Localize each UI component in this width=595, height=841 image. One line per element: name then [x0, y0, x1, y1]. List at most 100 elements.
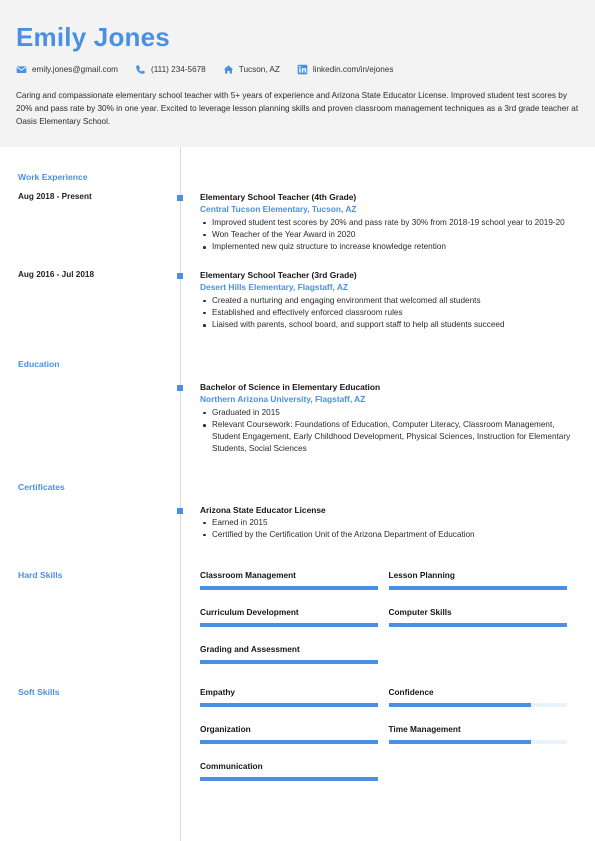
skill-label: Organization [200, 723, 251, 734]
hard-skills-label-col: Hard Skills [0, 569, 180, 680]
contact-linkedin-text: linkedin.com/in/ejones [312, 65, 394, 74]
list-item: Graduated in 2015 [200, 407, 577, 419]
education-label-col: Education [0, 358, 180, 370]
contact-phone-text: (111) 234-5678 [150, 65, 206, 74]
section-education: Education [0, 331, 595, 370]
linkedin-icon [297, 64, 308, 75]
work-entry-2-content: Elementary School Teacher (3rd Grade) De… [177, 269, 577, 331]
skill-bar-fill [388, 739, 531, 744]
skill-bar-track [200, 702, 378, 707]
hard-skills-grid: Classroom Management Lesson Planning Cur… [200, 569, 577, 680]
certificate-entry-1-title: Arizona State Educator License [200, 504, 326, 515]
contact-email[interactable]: emily.jones@gmail.com [16, 64, 118, 75]
skill-bar-track [388, 622, 567, 627]
section-title-certificates: Certificates [18, 481, 65, 492]
skill-item: Computer Skills [388, 606, 578, 627]
skill-bar-track [200, 622, 378, 627]
contact-email-text: emily.jones@gmail.com [32, 65, 118, 74]
resume-body: Work Experience Aug 2018 - Present Eleme… [0, 147, 595, 841]
list-item: Won Teacher of the Year Award in 2020 [200, 229, 577, 241]
skill-bar-track [200, 739, 378, 744]
skill-label: Computer Skills [388, 606, 452, 617]
skill-bar-fill [388, 585, 567, 590]
skill-item: Organization [200, 723, 389, 744]
entry-marker-square [177, 385, 183, 392]
skill-bar-track [388, 702, 567, 707]
skill-label: Confidence [388, 686, 434, 697]
work-entry-2: Aug 2016 - Jul 2018 Elementary School Te… [0, 253, 595, 331]
certificate-entry-1-bullets: Earned in 2015 Certified by the Certific… [200, 517, 577, 541]
skill-bar-fill [200, 702, 378, 707]
phone-icon [135, 64, 146, 75]
home-icon [223, 64, 234, 75]
list-item: Certified by the Certification Unit of t… [200, 529, 577, 541]
work-entry-1: Aug 2018 - Present Elementary School Tea… [0, 183, 595, 253]
skill-bar-track [200, 776, 378, 781]
contact-phone[interactable]: (111) 234-5678 [135, 64, 206, 75]
list-item: Earned in 2015 [200, 517, 577, 529]
skill-item: Classroom Management [200, 569, 389, 590]
list-item: Relevant Coursework: Foundations of Educ… [200, 419, 577, 456]
education-entry-1-subtitle: Northern Arizona University, Flagstaff, … [200, 394, 366, 405]
section-title-soft-skills: Soft Skills [18, 686, 60, 697]
entry-marker-square [177, 273, 183, 280]
skill-label: Curriculum Development [200, 606, 299, 617]
education-entry-1-title: Bachelor of Science in Elementary Educat… [200, 382, 381, 393]
skill-bar-track [388, 739, 567, 744]
list-item: Implemented new quiz structure to increa… [200, 241, 577, 253]
skill-item: Grading and Assessment [200, 643, 389, 664]
contact-linkedin[interactable]: linkedin.com/in/ejones [297, 64, 394, 75]
list-item: Improved student test scores by 20% and … [200, 217, 577, 229]
section-title-hard-skills: Hard Skills [18, 569, 63, 580]
entry-marker-square [177, 507, 183, 514]
skill-bar-fill [200, 622, 378, 627]
skill-bar-fill [388, 622, 567, 627]
skill-item: Communication [200, 760, 389, 781]
certificate-entry-1: Arizona State Educator License Earned in… [0, 493, 595, 541]
skill-bar-track [200, 659, 378, 664]
skill-label: Grading and Assessment [200, 643, 300, 654]
skill-bar-fill [200, 659, 378, 664]
contact-location-text: Tucson, AZ [238, 65, 280, 74]
work-entry-1-subtitle: Central Tucson Elementary, Tucson, AZ [200, 204, 357, 214]
soft-skills-label-col: Soft Skills [0, 686, 180, 797]
skill-item: Confidence [388, 686, 578, 707]
work-entry-2-dates: Aug 2016 - Jul 2018 [18, 270, 94, 280]
education-entry-1: Bachelor of Science in Elementary Educat… [0, 370, 595, 455]
skill-item: Time Management [388, 723, 578, 744]
work-entry-1-title: Elementary School Teacher (4th Grade) [200, 192, 357, 202]
skill-bar-fill [200, 776, 378, 781]
list-item: Created a nurturing and engaging environ… [200, 295, 577, 307]
work-entry-1-dates: Aug 2018 - Present [18, 192, 92, 201]
section-soft-skills: Soft Skills Empathy Confidence Organizat… [0, 680, 595, 797]
section-title-education: Education [18, 359, 60, 370]
contact-location[interactable]: Tucson, AZ [223, 64, 280, 75]
section-title-work-experience: Work Experience [18, 172, 88, 182]
section-certificates: Certificates [0, 456, 595, 493]
skill-label: Communication [200, 760, 263, 771]
education-entry-1-content: Bachelor of Science in Elementary Educat… [177, 381, 577, 456]
resume-page: Emily Jones emily.jones@gmail.com (111) … [0, 0, 595, 841]
contact-row: emily.jones@gmail.com (111) 234-5678 Tuc… [16, 64, 579, 75]
skill-bar-fill [388, 702, 531, 707]
email-icon [16, 64, 27, 75]
skill-label: Classroom Management [200, 569, 296, 580]
work-experience-label-col: Work Experience [0, 171, 180, 183]
education-entry-1-bullets: Graduated in 2015 Relevant Coursework: F… [200, 407, 577, 456]
skill-label: Time Management [388, 723, 461, 734]
skill-bar-fill [200, 585, 378, 590]
certificate-entry-1-content: Arizona State Educator License Earned in… [177, 504, 577, 541]
entry-marker-square [177, 195, 183, 201]
skill-bar-fill [200, 739, 378, 744]
candidate-name: Emily Jones [16, 22, 170, 52]
section-work-experience: Work Experience [0, 147, 595, 183]
skill-label: Lesson Planning [388, 569, 455, 580]
skill-bar-track [200, 585, 378, 590]
work-entry-2-subtitle: Desert Hills Elementary, Flagstaff, AZ [200, 282, 349, 293]
professional-summary: Caring and compassionate elementary scho… [16, 91, 579, 127]
work-entry-2-title: Elementary School Teacher (3rd Grade) [200, 270, 357, 281]
skill-item: Curriculum Development [200, 606, 389, 627]
resume-header: Emily Jones emily.jones@gmail.com (111) … [0, 0, 595, 147]
work-entry-1-content: Elementary School Teacher (4th Grade) Ce… [177, 191, 577, 253]
list-item: Established and effectively enforced cla… [200, 307, 577, 319]
